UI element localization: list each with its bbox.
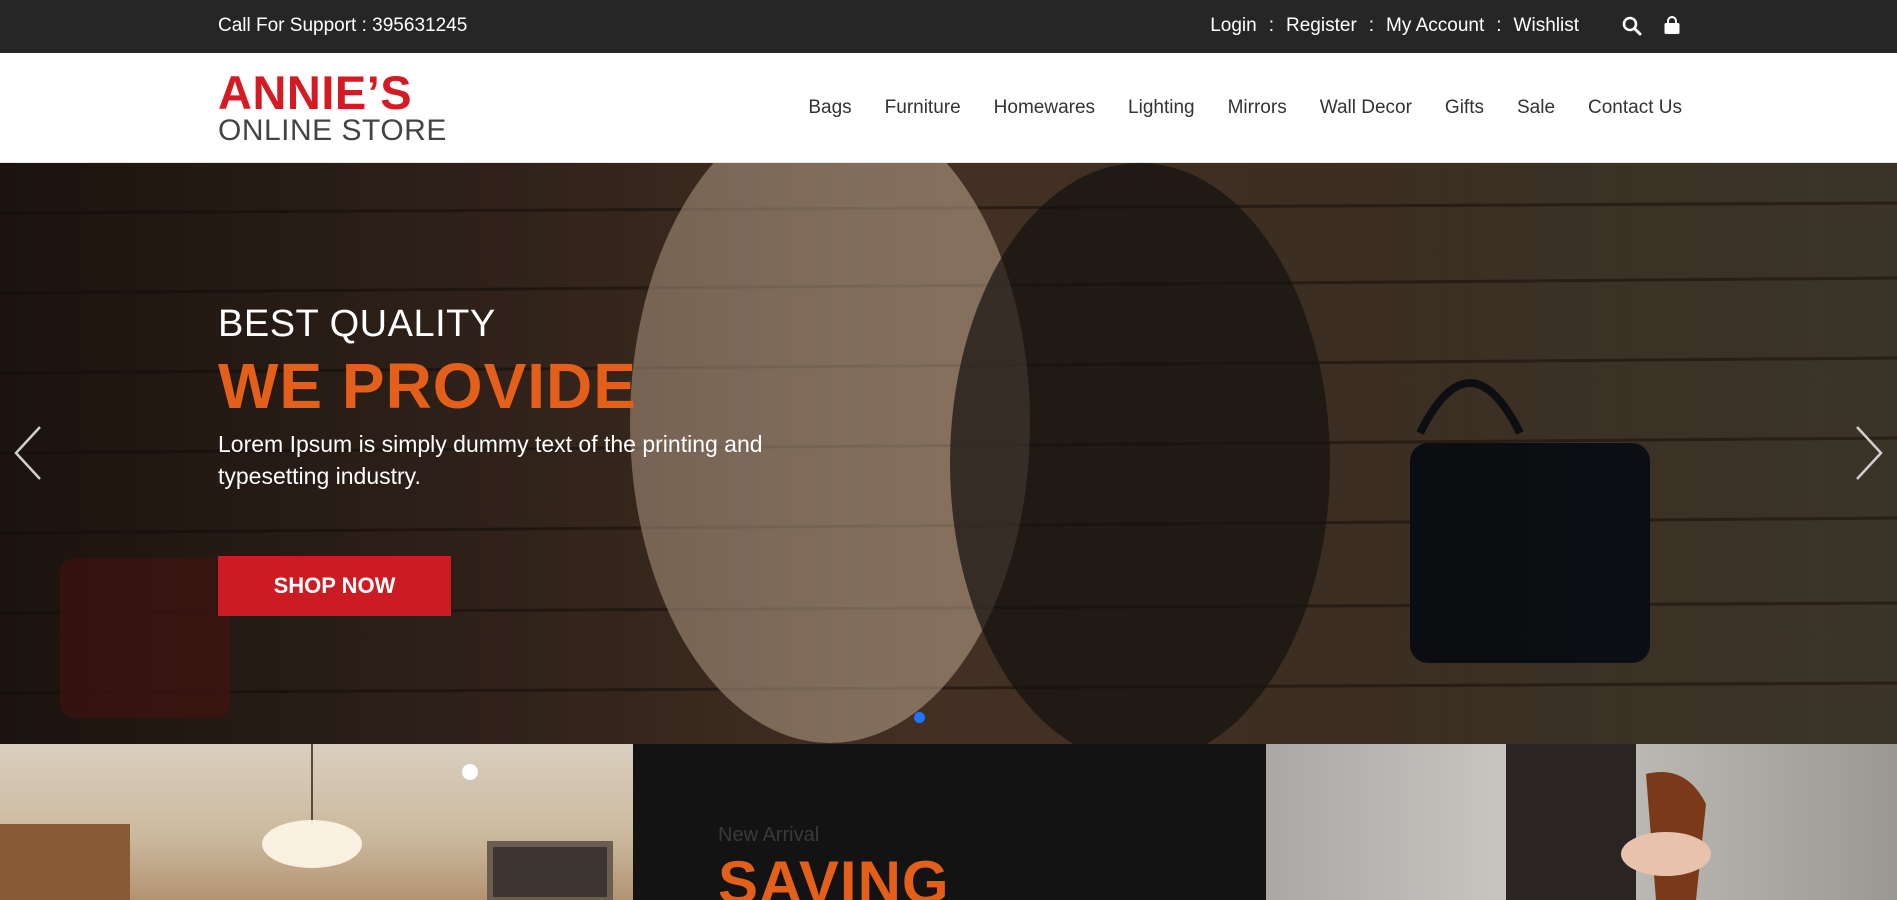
support-phone: Call For Support : 395631245 (218, 15, 468, 36)
nav-sale[interactable]: Sale (1517, 97, 1555, 119)
nav-wall-decor[interactable]: Wall Decor (1320, 97, 1412, 119)
account-links: Login : Register : My Account : Wishlist (1210, 15, 1579, 37)
promo-tile-interior-image[interactable] (0, 744, 633, 900)
interior-image (0, 744, 613, 900)
knitwear-image (1506, 744, 1711, 900)
nav-bags[interactable]: Bags (808, 97, 851, 119)
top-bar: Call For Support : 395631245 Login : Reg… (0, 0, 1897, 53)
nav-furniture[interactable]: Furniture (885, 97, 961, 119)
separator: : (1368, 15, 1375, 36)
nav-contact-us[interactable]: Contact Us (1588, 97, 1682, 119)
separator: : (1496, 15, 1502, 36)
new-arrival-label: New Arrival (718, 824, 820, 846)
main-nav: Bags Furniture Homewares Lighting Mirror… (808, 97, 1682, 119)
hero-slider: BEST QUALITY WE PROVIDE Lorem Ipsum is s… (0, 163, 1897, 744)
register-link[interactable]: Register (1286, 15, 1357, 37)
hero-headline: WE PROVIDE (218, 350, 637, 422)
separator: : (1268, 15, 1275, 36)
hero-kicker: BEST QUALITY (218, 303, 496, 345)
nav-lighting[interactable]: Lighting (1128, 97, 1195, 119)
slider-prev-arrow-icon[interactable] (10, 423, 50, 483)
slider-next-arrow-icon[interactable] (1847, 423, 1887, 483)
my-account-link[interactable]: My Account (1386, 15, 1484, 37)
store-logo[interactable]: ANNIE’S ONLINE STORE (218, 66, 447, 147)
saving-label: SAVING (718, 849, 950, 900)
logo-subtitle: ONLINE STORE (218, 114, 447, 147)
shop-now-button[interactable]: SHOP NOW (218, 556, 451, 616)
slider-dot-active[interactable] (914, 712, 925, 723)
promo-tile-new-arrival[interactable]: New Arrival SAVING (633, 744, 1266, 900)
topbar-icons (1622, 16, 1682, 36)
nav-mirrors[interactable]: Mirrors (1228, 97, 1287, 119)
promo-tile-bag-image[interactable] (1266, 744, 1897, 900)
hero-description: Lorem Ipsum is simply dummy text of the … (218, 431, 763, 489)
site-header: ANNIE’S ONLINE STORE Bags Furniture Home… (0, 53, 1897, 163)
shopping-bag-icon[interactable] (1662, 16, 1682, 36)
wishlist-link[interactable]: Wishlist (1514, 15, 1579, 37)
nav-homewares[interactable]: Homewares (994, 97, 1095, 119)
nav-gifts[interactable]: Gifts (1445, 97, 1484, 119)
logo-title: ANNIE’S (218, 66, 413, 119)
search-icon[interactable] (1622, 16, 1642, 36)
login-link[interactable]: Login (1210, 15, 1257, 37)
promo-tiles: New Arrival SAVING (0, 744, 1897, 900)
